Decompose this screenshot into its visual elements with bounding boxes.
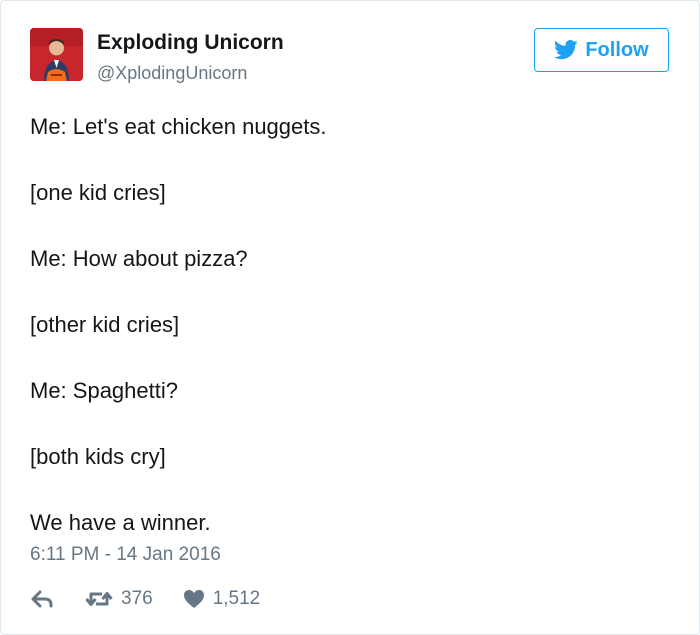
heart-icon xyxy=(183,590,204,608)
tweet-timestamp[interactable]: 6:11 PM - 14 Jan 2016 xyxy=(30,544,221,566)
reply-button[interactable] xyxy=(30,590,54,608)
avatar[interactable] xyxy=(30,28,83,81)
tweet-line: [one kid cries] xyxy=(30,180,166,205)
tweet-line: Me: Spaghetti? xyxy=(30,378,178,403)
tweet-actions: 376 1,512 xyxy=(30,586,260,612)
twitter-bird-icon xyxy=(554,40,578,60)
tweet-line: We have a winner. xyxy=(30,510,211,535)
author-handle[interactable]: @XplodingUnicorn xyxy=(97,63,247,84)
tweet-card: Exploding Unicorn @XplodingUnicorn Follo… xyxy=(0,0,700,635)
author-name[interactable]: Exploding Unicorn xyxy=(97,31,284,55)
like-count: 1,512 xyxy=(212,588,261,609)
follow-button[interactable]: Follow xyxy=(534,28,669,72)
avatar-image xyxy=(30,28,83,81)
tweet-line: Me: How about pizza? xyxy=(30,246,248,271)
tweet-line: [other kid cries] xyxy=(30,312,180,337)
tweet-line: Me: Let's eat chicken nuggets. xyxy=(30,114,327,139)
tweet-line: [both kids cry] xyxy=(30,444,166,469)
reply-arrow-icon xyxy=(31,590,53,608)
retweet-icon xyxy=(85,592,113,606)
tweet-text: Me: Let's eat chicken nuggets. [one kid … xyxy=(30,112,670,538)
like-button[interactable]: 1,512 xyxy=(183,588,261,610)
retweet-count: 376 xyxy=(121,588,153,609)
retweet-button[interactable]: 376 xyxy=(85,588,153,610)
follow-label: Follow xyxy=(585,38,649,61)
